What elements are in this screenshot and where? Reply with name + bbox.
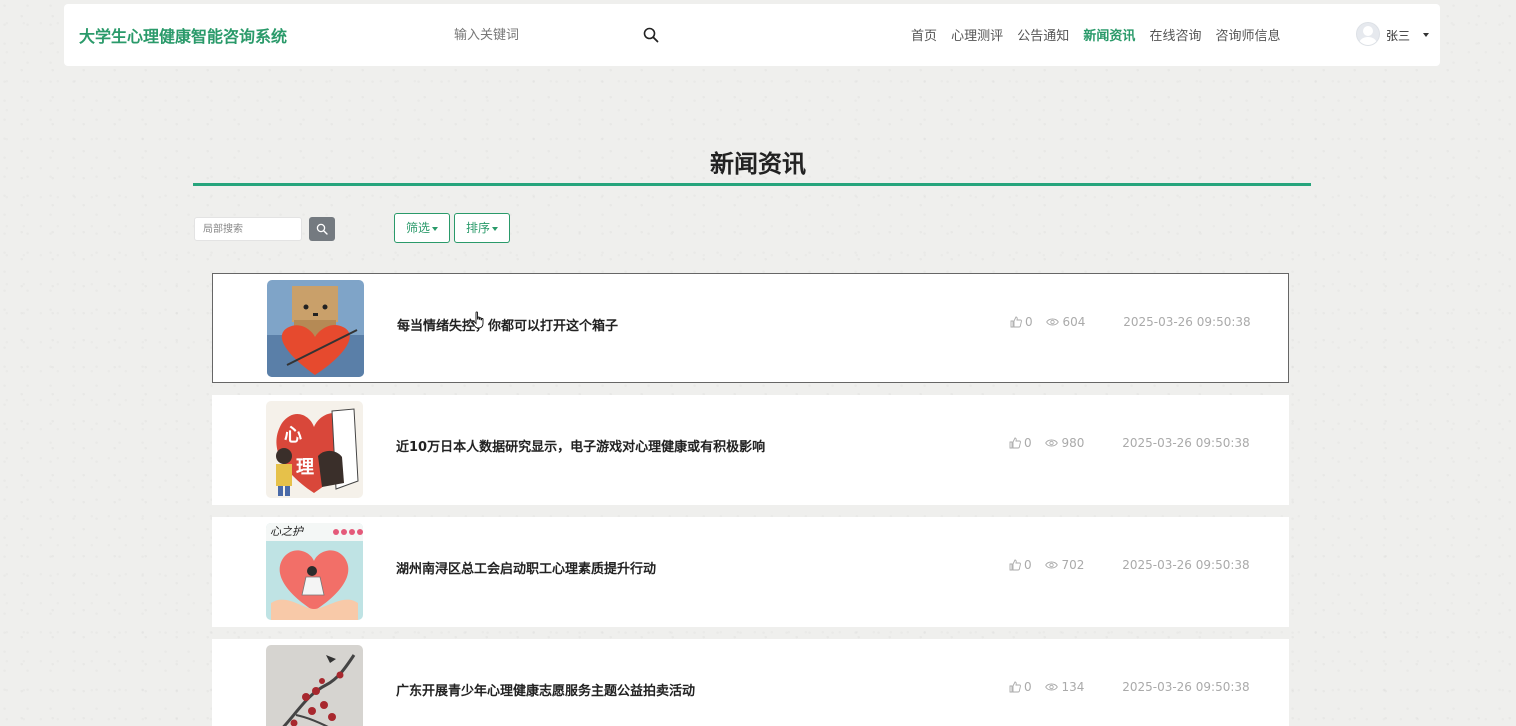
news-meta: 0 134 2025-03-26 09:50:38 [1009,680,1250,694]
like-count-value: 0 [1024,436,1032,450]
news-meta: 0 980 2025-03-26 09:50:38 [1009,436,1250,450]
filter-dropdown-button[interactable]: 筛选 [394,213,450,243]
news-thumbnail[interactable]: 心 理 [266,401,363,498]
global-search [450,20,662,50]
like-count-value: 0 [1025,315,1033,329]
like-count[interactable]: 0 [1009,558,1032,572]
news-title[interactable]: 近10万日本人数据研究显示，电子游戏对心理健康或有积极影响 [396,436,765,455]
svg-text:心之护: 心之护 [270,525,305,538]
like-count-value: 0 [1024,680,1032,694]
news-meta: 0 604 2025-03-26 09:50:38 [1010,315,1251,329]
view-count: 702 [1045,558,1084,572]
news-title[interactable]: 湖州南浔区总工会启动职工心理素质提升行动 [396,558,656,577]
eye-icon [1045,683,1059,691]
news-meta: 0 702 2025-03-26 09:50:38 [1009,558,1250,572]
view-count: 980 [1045,436,1084,450]
title-divider [193,183,1311,186]
like-count[interactable]: 0 [1009,436,1032,450]
thumbs-up-icon [1009,559,1021,571]
svg-text:理: 理 [296,457,314,478]
caret-down-icon [432,226,438,231]
thumbs-up-icon [1010,316,1022,328]
news-title[interactable]: 每当情绪失控，你都可以打开这个箱子 [397,315,618,334]
like-count[interactable]: 0 [1010,315,1033,329]
sort-dropdown-button[interactable]: 排序 [454,213,510,243]
news-date: 2025-03-26 09:50:38 [1122,436,1250,450]
nav-item-announcements[interactable]: 公告通知 [1017,25,1069,44]
view-count-value: 134 [1061,680,1085,694]
svg-text:心: 心 [284,425,302,446]
caret-down-icon [492,226,498,231]
news-title[interactable]: 广东开展青少年心理健康志愿服务主题公益拍卖活动 [396,680,695,699]
news-item[interactable]: 心 理 近10万日本人数据研究显示，电子游戏对心理健康或有积极影响 0 980 … [212,395,1289,505]
view-count-value: 980 [1061,436,1085,450]
main-nav: 首页 心理测评 公告通知 新闻资讯 在线咨询 咨询师信息 [911,25,1290,45]
like-count[interactable]: 0 [1009,680,1032,694]
news-item[interactable]: 每当情绪失控，你都可以打开这个箱子 0 604 2025-03-26 09:50… [212,273,1289,383]
thumbs-up-icon [1009,681,1021,693]
plum-blossom-painting-image [266,645,363,726]
global-search-input[interactable] [450,20,640,50]
avatar[interactable] [1356,22,1380,46]
like-count-value: 0 [1024,558,1032,572]
nav-item-news[interactable]: 新闻资讯 [1083,25,1135,44]
search-icon [316,223,328,235]
eye-icon [1045,439,1059,447]
page-title: 新闻资讯 [710,150,806,178]
local-search-input[interactable] [194,217,302,241]
filter-label: 筛选 [405,221,430,235]
view-count-value: 604 [1062,315,1086,329]
thumbs-up-icon [1009,437,1021,449]
nav-item-online-consult[interactable]: 在线咨询 [1149,25,1201,44]
nav-item-home[interactable]: 首页 [911,25,937,44]
news-date: 2025-03-26 09:50:38 [1122,680,1250,694]
top-header: 大学生心理健康智能咨询系统 首页 心理测评 公告通知 新闻资讯 在线咨询 咨询师… [64,4,1440,66]
chevron-down-icon[interactable] [1423,33,1429,37]
eye-icon [1046,318,1060,326]
site-brand[interactable]: 大学生心理健康智能咨询系统 [79,23,287,47]
news-item[interactable]: 广东开展青少年心理健康志愿服务主题公益拍卖活动 0 134 2025-03-26… [212,639,1289,726]
sort-label: 排序 [465,221,490,235]
search-icon[interactable] [643,27,659,43]
local-search-button[interactable] [309,217,335,241]
view-count-value: 702 [1061,558,1085,572]
cardboard-box-heart-image [267,280,364,377]
psychology-heart-illustration-image: 心 理 [266,401,363,498]
eye-icon [1045,561,1059,569]
nav-item-assessment[interactable]: 心理测评 [951,25,1003,44]
user-name[interactable]: 张三 [1386,27,1410,44]
hand-pointer-cursor-icon [472,311,484,329]
view-count: 604 [1046,315,1085,329]
news-thumbnail[interactable] [266,645,363,726]
news-thumbnail[interactable] [267,280,364,377]
nav-item-counselor-info[interactable]: 咨询师信息 [1216,25,1281,44]
heart-guard-poster-image: 心之护 [266,523,363,620]
news-date: 2025-03-26 09:50:38 [1122,558,1250,572]
news-date: 2025-03-26 09:50:38 [1123,315,1251,329]
view-count: 134 [1045,680,1084,694]
news-item[interactable]: 心之护 湖州南浔区总工会启动职工心理素质提升行动 0 702 2025-03-2… [212,517,1289,627]
news-thumbnail[interactable]: 心之护 [266,523,363,620]
